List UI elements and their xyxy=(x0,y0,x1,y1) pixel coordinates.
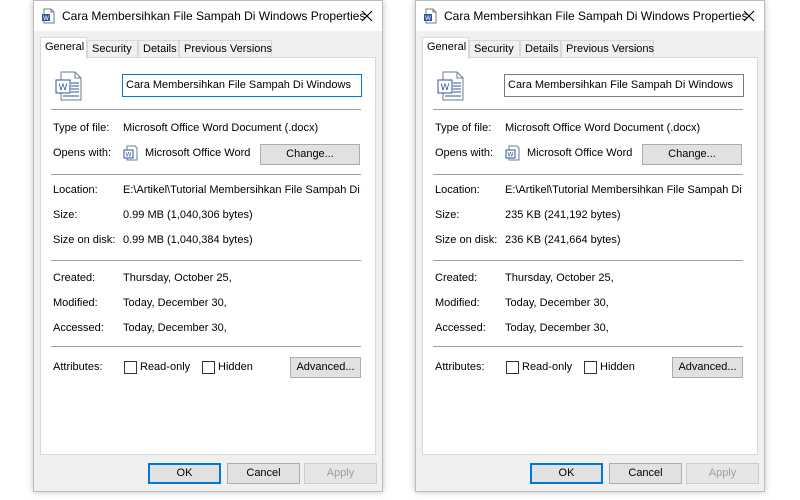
separator xyxy=(433,260,743,261)
modified-value: Today, December 30, xyxy=(505,297,609,309)
window-title: Cara Membersihkan File Sampah Di Windows… xyxy=(62,9,366,23)
hidden-checkbox[interactable] xyxy=(202,361,215,374)
window-title: Cara Membersihkan File Sampah Di Windows… xyxy=(444,9,748,23)
ok-button[interactable]: OK xyxy=(148,463,221,484)
properties-dialog-2: W Cara Membersihkan File Sampah Di Windo… xyxy=(415,0,765,492)
word-document-icon: W xyxy=(53,70,85,105)
close-icon xyxy=(361,10,373,22)
location-label: Location: xyxy=(435,184,480,196)
word-document-icon: W xyxy=(41,8,57,27)
read-only-label[interactable]: Read-only xyxy=(522,361,572,373)
separator xyxy=(433,109,743,110)
accessed-value: Today, December 30, xyxy=(123,322,227,334)
location-label: Location: xyxy=(53,184,98,196)
title-bar[interactable]: W Cara Membersihkan File Sampah Di Windo… xyxy=(34,1,382,31)
opens-with-label: Opens with: xyxy=(53,147,112,159)
svg-text:W: W xyxy=(441,83,450,93)
tab-general[interactable]: General xyxy=(422,37,469,59)
created-value: Thursday, October 25, xyxy=(123,272,232,284)
tab-details[interactable]: Details xyxy=(138,40,179,58)
accessed-value: Today, December 30, xyxy=(505,322,609,334)
tab-security[interactable]: Security xyxy=(87,40,138,58)
read-only-checkbox[interactable] xyxy=(124,361,137,374)
change-button[interactable]: Change... xyxy=(642,144,742,165)
tab-previous-versions[interactable]: Previous Versions xyxy=(561,40,654,58)
svg-text:W: W xyxy=(43,15,49,22)
word-document-icon: W xyxy=(435,70,467,105)
modified-label: Modified: xyxy=(435,297,480,309)
apply-button[interactable]: Apply xyxy=(686,463,759,484)
cancel-button[interactable]: Cancel xyxy=(227,463,300,484)
tab-details[interactable]: Details xyxy=(520,40,561,58)
general-panel: W Cara Membersihkan File Sampah Di Windo… xyxy=(40,57,376,455)
location-value: E:\Artikel\Tutorial Membersihkan File Sa… xyxy=(123,184,363,196)
accessed-label: Accessed: xyxy=(53,322,104,334)
read-only-checkbox[interactable] xyxy=(506,361,519,374)
svg-text:W: W xyxy=(425,15,431,22)
type-of-file-value: Microsoft Office Word Document (.docx) xyxy=(505,122,701,134)
title-bar[interactable]: W Cara Membersihkan File Sampah Di Windo… xyxy=(416,1,764,31)
word-app-icon: W xyxy=(505,145,521,164)
general-panel: W Cara Membersihkan File Sampah Di Windo… xyxy=(422,57,758,455)
modified-value: Today, December 30, xyxy=(123,297,227,309)
tab-general[interactable]: General xyxy=(40,37,87,59)
size-value: 0.99 MB (1,040,306 bytes) xyxy=(123,209,253,221)
type-of-file-value: Microsoft Office Word Document (.docx) xyxy=(123,122,319,134)
word-document-icon: W xyxy=(423,8,439,27)
location-value: E:\Artikel\Tutorial Membersihkan File Sa… xyxy=(505,184,745,196)
created-label: Created: xyxy=(435,272,478,284)
size-on-disk-value: 0.99 MB (1,040,384 bytes) xyxy=(123,234,253,246)
type-of-file-label: Type of file: xyxy=(435,122,492,134)
separator xyxy=(433,346,743,347)
read-only-label[interactable]: Read-only xyxy=(140,361,190,373)
attributes-label: Attributes: xyxy=(435,361,485,373)
size-on-disk-value: 236 KB (241,664 bytes) xyxy=(505,234,621,246)
close-icon xyxy=(743,10,755,22)
opens-with-value: Microsoft Office Word xyxy=(145,147,251,159)
separator xyxy=(433,174,743,175)
close-button[interactable] xyxy=(734,1,764,31)
svg-text:W: W xyxy=(508,152,514,159)
svg-text:W: W xyxy=(59,83,68,93)
separator xyxy=(51,174,361,175)
size-value: 235 KB (241,192 bytes) xyxy=(505,209,621,221)
size-label: Size: xyxy=(53,209,78,221)
file-name-input[interactable]: Cara Membersihkan File Sampah Di Windows xyxy=(504,74,744,97)
attributes-label: Attributes: xyxy=(53,361,103,373)
tab-security[interactable]: Security xyxy=(469,40,520,58)
advanced-button[interactable]: Advanced... xyxy=(672,357,743,378)
size-on-disk-label: Size on disk: xyxy=(435,234,498,246)
accessed-label: Accessed: xyxy=(435,322,486,334)
size-label: Size: xyxy=(435,209,460,221)
size-on-disk-label: Size on disk: xyxy=(53,234,116,246)
opens-with-value: Microsoft Office Word xyxy=(527,147,633,159)
hidden-checkbox[interactable] xyxy=(584,361,597,374)
hidden-label[interactable]: Hidden xyxy=(600,361,635,373)
type-of-file-label: Type of file: xyxy=(53,122,110,134)
hidden-label[interactable]: Hidden xyxy=(218,361,253,373)
properties-dialog-1: W Cara Membersihkan File Sampah Di Windo… xyxy=(33,0,383,492)
opens-with-label: Opens with: xyxy=(435,147,494,159)
word-app-icon: W xyxy=(123,145,139,164)
close-button[interactable] xyxy=(352,1,382,31)
separator xyxy=(51,346,361,347)
svg-text:W: W xyxy=(126,152,132,159)
created-value: Thursday, October 25, xyxy=(505,272,614,284)
created-label: Created: xyxy=(53,272,96,284)
file-name-input[interactable]: Cara Membersihkan File Sampah Di Windows xyxy=(122,74,362,97)
apply-button[interactable]: Apply xyxy=(304,463,377,484)
advanced-button[interactable]: Advanced... xyxy=(290,357,361,378)
modified-label: Modified: xyxy=(53,297,98,309)
tab-previous-versions[interactable]: Previous Versions xyxy=(179,40,272,58)
change-button[interactable]: Change... xyxy=(260,144,360,165)
cancel-button[interactable]: Cancel xyxy=(609,463,682,484)
separator xyxy=(51,109,361,110)
ok-button[interactable]: OK xyxy=(530,463,603,484)
separator xyxy=(51,260,361,261)
